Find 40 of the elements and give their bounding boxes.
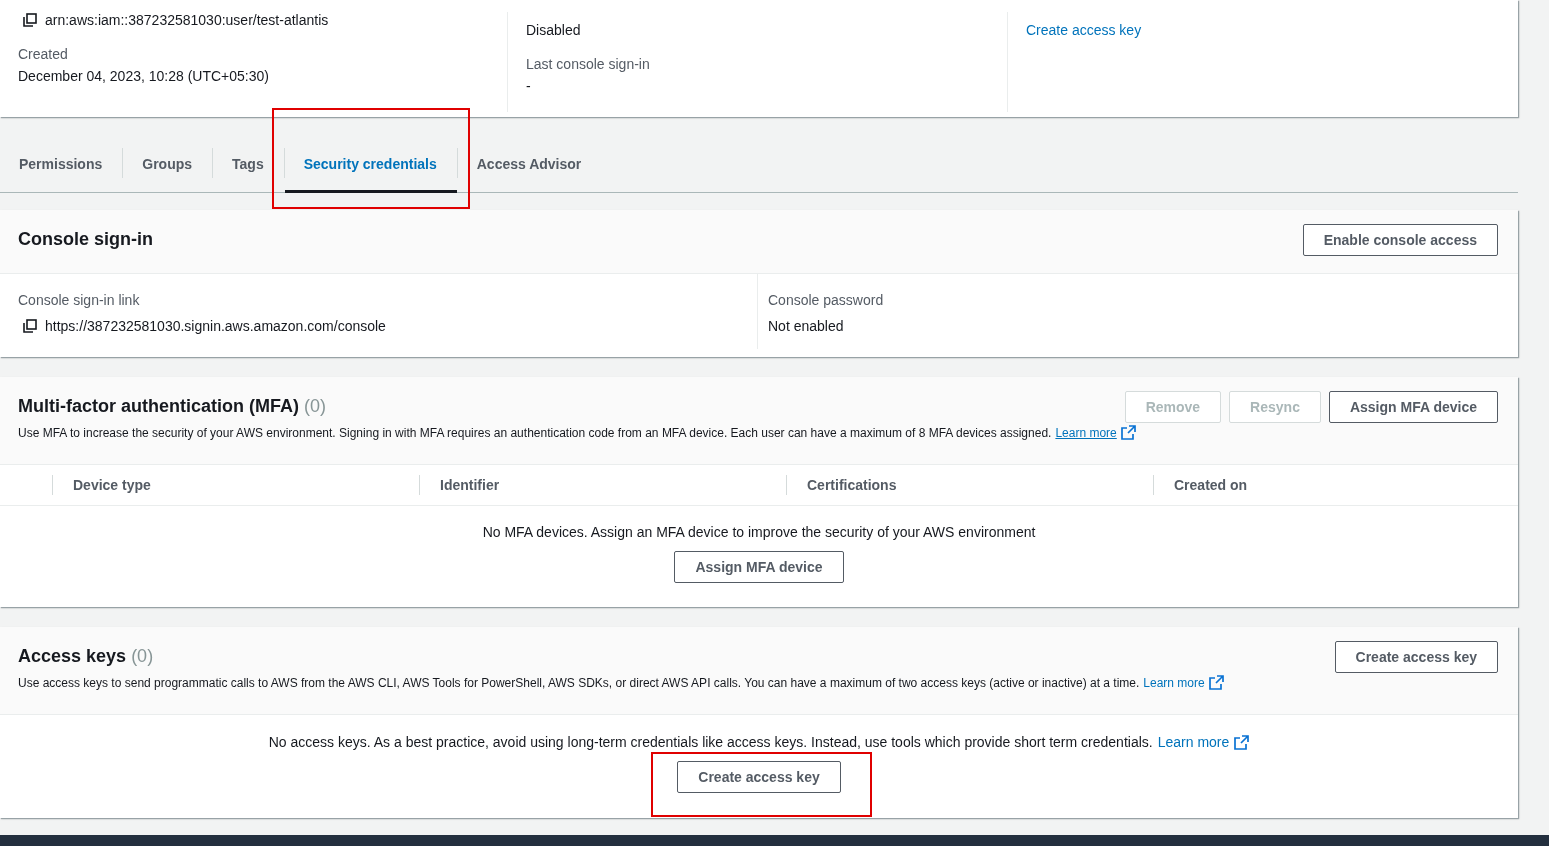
copy-icon[interactable] [23, 13, 37, 27]
create-access-key-button[interactable]: Create access key [677, 761, 841, 793]
section-title: Access keys (0) [18, 645, 154, 668]
field-value: https://387232581030.signin.aws.amazon.com/console [45, 318, 386, 334]
assign-mfa-button[interactable]: Assign MFA device [674, 551, 844, 583]
section-title: Console sign-in [18, 228, 153, 251]
learn-more-link[interactable]: Learn more [1055, 425, 1117, 440]
field-label: Console password [768, 292, 885, 308]
tab[interactable]: Groups [123, 137, 213, 193]
field-label: Created [18, 46, 69, 62]
create-access-key-button[interactable]: Create access key [1334, 641, 1498, 673]
external-link-icon[interactable] [1208, 675, 1224, 690]
field-value: December 04, 2023, 10:28 (UTC+05:30) [18, 68, 269, 84]
tab[interactable]: Access Advisor [457, 137, 602, 193]
field-value: - [526, 78, 531, 94]
field-value: arn:aws:iam::387232581030:user/test-atlantis [45, 12, 329, 28]
section-description: Use access keys to send programmatic calls to AWS from the AWS CLI, AWS Tools for PowerShell, AWS SDKs, or direct AWS API calls. You can have a maximum of two access keys (active or inactive) at a time. [18, 675, 1140, 690]
column-header[interactable]: Device type [52, 475, 419, 495]
field-value: Not enabled [768, 318, 844, 334]
create-access-key-link[interactable]: Create access key [1026, 22, 1142, 38]
empty-message: No access keys. As a best practice, avoid using long-term credentials like access keys. Instead, use tools which provide short term credentials. [268, 734, 1153, 750]
field-value: Disabled [526, 22, 581, 38]
tab[interactable]: Tags [213, 137, 284, 193]
tab[interactable]: Security credentials [284, 137, 457, 193]
empty-message: No MFA devices. Assign an MFA device to improve the security of your AWS environment [482, 524, 1036, 540]
tab[interactable]: Permissions [0, 137, 123, 193]
enable-console-button[interactable]: Enable console access [1302, 224, 1498, 256]
learn-more-link[interactable]: Learn more [1157, 734, 1230, 750]
learn-more-link[interactable]: Learn more [1143, 675, 1205, 690]
section-title: Multi-factor authentication (MFA) (0) [18, 395, 326, 418]
external-link-icon[interactable] [1120, 425, 1136, 440]
external-link-icon[interactable] [1234, 734, 1250, 750]
column-header[interactable]: Certifications [786, 475, 1153, 495]
field-label: Last console sign-in [526, 56, 651, 72]
mfa-button[interactable]: Assign MFA device [1328, 391, 1498, 423]
column-header[interactable]: Identifier [419, 475, 786, 495]
column-header[interactable]: Created on [1153, 475, 1518, 495]
field-label: Console sign-in link [18, 292, 141, 308]
copy-icon[interactable] [23, 319, 37, 333]
section-description: Use MFA to increase the security of your AWS environment. Signing in with MFA requires an authentication code from an MFA device. Each user can have a maximum of 8 MFA devices assigned. [18, 425, 1052, 440]
